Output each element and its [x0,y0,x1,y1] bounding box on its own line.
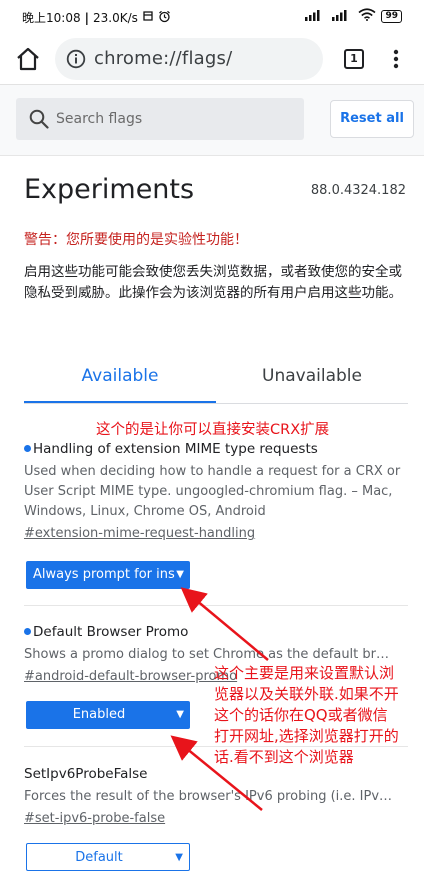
select-value: Always prompt for ins [33,567,175,582]
intro-text: 启用这些功能可能会致使您丢失浏览数据，或者致使您的安全或隐私受到威胁。此操作会为… [24,264,402,301]
dot-marker [24,628,31,635]
flags-header: Reset all [0,85,424,156]
select-value: Default [75,850,123,865]
tab-bar: Available Unavailable [24,357,408,404]
reset-all-button[interactable]: Reset all [330,100,414,138]
experiment-title: Handling of extension MIME type requests [24,441,408,457]
tab-switcher-button[interactable]: 1 [344,49,364,69]
more-vert-icon [393,49,399,69]
alarm-icon [158,10,171,26]
status-left: 晚上10:08 | 23.0K/s [22,9,171,26]
divider [24,605,408,606]
battery-icon: 99 [381,9,402,23]
dot-marker [24,445,31,452]
annotation-browser: 这个主要是用来设置默认浏 览器以及关联外联.如果不开 这个的话你在QQ或者微信 … [214,663,399,768]
annotation-line: 这个的话你在QQ或者微信 [214,706,388,724]
annotation-line: 打开网址,选择浏览器打开的 [214,727,399,745]
browser-toolbar: chrome://flags/ 1 [0,34,424,85]
home-button[interactable] [14,45,42,73]
annotation-crx: 这个的是让你可以直接安装CRX扩展 [96,422,330,438]
experiment-select[interactable]: Always prompt for ins ▼ [26,561,190,589]
experiment-extension-mime: Handling of extension MIME type requests… [24,441,408,541]
clock: 晚上10:08 [22,11,81,25]
page-title: Experiments [24,174,195,205]
network-speed: 23.0K/s [92,10,138,25]
info-icon[interactable] [66,49,86,73]
select-value: Enabled [72,707,126,722]
experiment-title: Default Browser Promo [24,624,408,640]
caret-down-icon: ▼ [176,569,184,580]
experiment-title-text: Default Browser Promo [33,624,189,640]
status-right: 99 [304,8,402,24]
experiment-link[interactable]: #set-ipv6-probe-false [24,811,165,826]
notification-icon [142,10,154,25]
signal-icon-2 [331,9,353,24]
wifi-icon [358,8,376,24]
experiment-description: Used when deciding how to handle a reque… [24,464,401,519]
menu-button[interactable] [386,47,406,71]
caret-down-icon: ▼ [175,852,183,863]
search-box[interactable] [16,98,304,140]
experiment-description: Forces the result of the browser's IPv6 … [24,789,393,804]
annotation-line: 这个主要是用来设置默认浏 [214,664,395,682]
experiment-set-ipv6: SetIpv6ProbeFalse Forces the result of t… [24,766,408,826]
experiment-select[interactable]: Default ▼ [26,843,190,871]
tab-available[interactable]: Available [24,357,216,403]
status-bar: 晚上10:08 | 23.0K/s 99 [0,0,424,34]
experiment-link[interactable]: #android-default-browser-promo [24,669,237,684]
signal-icon [304,9,326,24]
omnibox[interactable]: chrome://flags/ [55,38,323,80]
caret-down-icon: ▼ [176,709,184,720]
annotation-line: 览器以及关联外联.如果不开 [214,685,399,703]
url-text[interactable]: chrome://flags/ [94,48,232,69]
experiment-title-text: Handling of extension MIME type requests [33,441,318,457]
experiment-link[interactable]: #extension-mime-request-handling [24,526,255,541]
version-label: 88.0.4324.182 [310,183,406,198]
experiment-select[interactable]: Enabled ▼ [26,701,190,729]
home-icon [17,47,39,71]
search-input[interactable] [56,98,296,140]
experiment-description: Shows a promo dialog to set Chrome as th… [24,647,389,662]
tab-unavailable[interactable]: Unavailable [216,357,408,401]
search-icon [28,108,50,134]
experiment-title: SetIpv6ProbeFalse [24,766,148,782]
annotation-line: 话.看不到这个浏览器 [214,748,354,766]
warning-text: 警告：您所要使用的是实验性功能！ [24,232,248,248]
